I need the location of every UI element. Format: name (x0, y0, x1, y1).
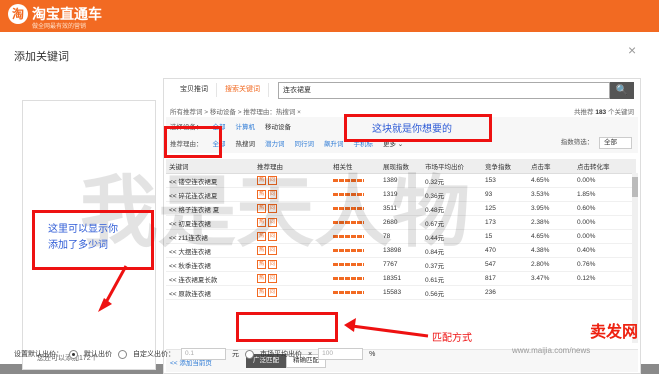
annotation-arrows (98, 265, 429, 338)
site-url-watermark: www.maijia.com/news (512, 346, 591, 355)
arrow-match (351, 324, 429, 338)
arrow-left-note-head (98, 298, 112, 312)
arrow-left-note (102, 265, 128, 307)
site-logo-watermark: 卖发网 (590, 322, 639, 341)
arrow-match-head (344, 318, 356, 332)
